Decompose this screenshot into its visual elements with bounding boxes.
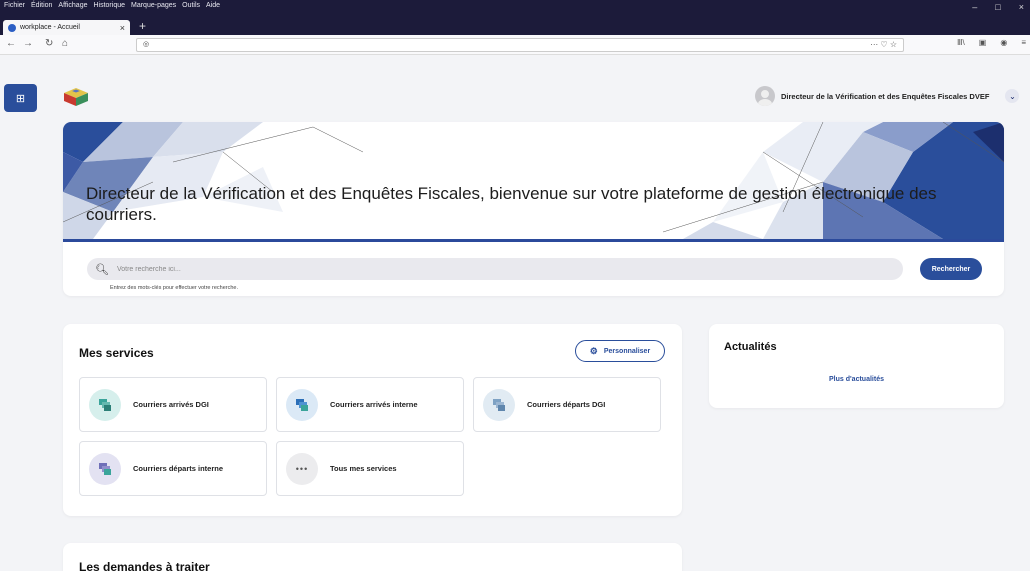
service-courriers-departs-interne[interactable]: Courriers départs interne bbox=[79, 441, 267, 496]
back-icon[interactable]: ← bbox=[6, 38, 16, 49]
service-courriers-arrives-interne[interactable]: Courriers arrivés interne bbox=[276, 377, 464, 432]
requests-title: Les demandes à traiter bbox=[79, 560, 210, 571]
menu-affichage[interactable]: Affichage bbox=[58, 2, 87, 9]
shield-icon: ◎ bbox=[143, 41, 150, 48]
grid-icon: ⊞ bbox=[15, 92, 26, 105]
tab-close-icon[interactable]: × bbox=[120, 23, 125, 33]
more-dots-icon: ••• bbox=[286, 452, 318, 485]
maximize-button[interactable]: □ bbox=[995, 2, 1000, 12]
mail-stack-icon bbox=[89, 388, 121, 421]
requests-card: Les demandes à traiter bbox=[63, 543, 682, 571]
menu-aide[interactable]: Aide bbox=[206, 2, 220, 9]
more-news-link[interactable]: Plus d'actualités bbox=[709, 376, 1004, 383]
chevron-down-icon[interactable]: ⌄ bbox=[1005, 89, 1020, 103]
services-title: Mes services bbox=[79, 346, 154, 360]
service-label: Courriers départs DGI bbox=[527, 400, 606, 409]
minimize-button[interactable]: – bbox=[972, 2, 977, 12]
mail-stack-icon bbox=[89, 452, 121, 485]
new-tab-button[interactable]: + bbox=[139, 19, 146, 33]
browser-titlebar: Fichier Édition Affichage Historique Mar… bbox=[0, 0, 1030, 35]
avatar bbox=[755, 86, 775, 106]
news-title: Actualités bbox=[724, 341, 777, 353]
window-controls: – □ × bbox=[972, 2, 1030, 12]
service-label: Tous mes services bbox=[330, 464, 397, 473]
reload-icon[interactable]: ↻ bbox=[45, 38, 53, 49]
menu-edition[interactable]: Édition bbox=[31, 2, 52, 9]
news-card: Actualités Plus d'actualités bbox=[709, 324, 1004, 408]
service-courriers-departs-dgi[interactable]: Courriers départs DGI bbox=[473, 377, 661, 432]
menu-fichier[interactable]: Fichier bbox=[4, 2, 25, 9]
user-menu[interactable]: Directeur de la Vérification et des Enqu… bbox=[755, 86, 1020, 106]
browser-navbar: ← → ↻ ⌂ ◎ ··· ♡ ☆ Ⅲ\ ▣ ◉ ≡ bbox=[0, 35, 1030, 55]
toolbar-right: Ⅲ\ ▣ ◉ ≡ bbox=[957, 38, 1030, 47]
library-icon[interactable]: Ⅲ\ bbox=[957, 38, 965, 47]
forward-icon[interactable]: → bbox=[23, 38, 33, 49]
browser-tab-active[interactable]: workplace - Accueil × bbox=[3, 20, 130, 35]
menu-marque-pages[interactable]: Marque-pages bbox=[131, 2, 176, 9]
search-icon: 🔍︎ bbox=[95, 263, 109, 276]
mail-stack-icon bbox=[483, 388, 515, 421]
user-name: Directeur de la Vérification et des Enqu… bbox=[781, 91, 990, 101]
welcome-card: Directeur de la Vérification et des Enqu… bbox=[63, 122, 1004, 296]
search-input[interactable] bbox=[116, 265, 897, 273]
service-courriers-arrives-dgi[interactable]: Courriers arrivés DGI bbox=[79, 377, 267, 432]
search-bar: 🔍︎ bbox=[87, 258, 903, 280]
gear-icon: ⚙ bbox=[589, 345, 598, 356]
favicon-icon bbox=[8, 23, 16, 32]
service-label: Courriers arrivés DGI bbox=[133, 400, 209, 409]
customize-button[interactable]: ⚙ Personnaliser bbox=[575, 340, 665, 362]
home-icon[interactable]: ⌂ bbox=[62, 38, 68, 49]
url-bar[interactable]: ◎ ··· ♡ ☆ bbox=[136, 38, 904, 52]
browser-menubar: Fichier Édition Affichage Historique Mar… bbox=[4, 2, 220, 9]
menu-outils[interactable]: Outils bbox=[182, 2, 200, 9]
search-button[interactable]: Rechercher bbox=[920, 258, 982, 280]
url-actions[interactable]: ··· ♡ ☆ bbox=[870, 39, 897, 51]
app-launcher-button[interactable]: ⊞ bbox=[4, 84, 37, 112]
menu-historique[interactable]: Historique bbox=[93, 2, 125, 9]
banner-divider bbox=[63, 239, 1004, 242]
services-card: Mes services ⚙ Personnaliser Courriers a… bbox=[63, 324, 682, 516]
service-label: Courriers arrivés interne bbox=[330, 400, 418, 409]
customize-label: Personnaliser bbox=[603, 347, 651, 355]
close-window-button[interactable]: × bbox=[1019, 2, 1024, 12]
welcome-banner: Directeur de la Vérification et des Enqu… bbox=[63, 122, 1004, 239]
service-tous-mes-services[interactable]: ••• Tous mes services bbox=[276, 441, 464, 496]
mail-stack-icon bbox=[286, 388, 318, 421]
tab-title: workplace - Accueil bbox=[20, 24, 80, 31]
account-icon[interactable]: ◉ bbox=[1000, 38, 1007, 47]
hamburger-menu-icon[interactable]: ≡ bbox=[1021, 38, 1026, 47]
welcome-message: Directeur de la Vérification et des Enqu… bbox=[86, 184, 937, 224]
search-hint: Entrez des mots-clés pour effectuer votr… bbox=[110, 285, 238, 291]
sidebar-icon[interactable]: ▣ bbox=[979, 38, 987, 47]
app-logo[interactable] bbox=[64, 88, 88, 106]
service-label: Courriers départs interne bbox=[133, 464, 224, 473]
